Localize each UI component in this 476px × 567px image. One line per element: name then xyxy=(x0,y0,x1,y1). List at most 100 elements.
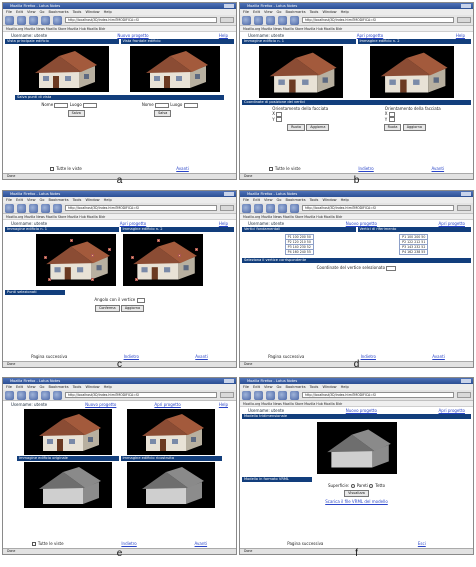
window-controls[interactable] xyxy=(224,4,234,8)
home-icon[interactable] xyxy=(290,203,299,213)
open-project-link[interactable]: Apri progetto xyxy=(439,408,465,413)
vertex-handle[interactable] xyxy=(177,254,181,257)
menu-help[interactable]: Help xyxy=(341,384,349,390)
view-button[interactable]: Visualizza xyxy=(344,490,369,497)
open-project-link[interactable]: Apri progetto xyxy=(357,33,383,38)
reload-icon[interactable] xyxy=(266,390,275,400)
forward-icon[interactable] xyxy=(254,203,263,213)
home-icon[interactable] xyxy=(53,203,62,213)
back-icon[interactable] xyxy=(5,390,14,400)
update-button[interactable]: Aggiorna xyxy=(120,304,145,312)
forward-icon[interactable] xyxy=(17,15,26,25)
menu-view[interactable]: View xyxy=(27,197,36,203)
reload-icon[interactable] xyxy=(266,203,275,213)
menu-view[interactable]: View xyxy=(264,9,273,15)
menu-bookmarks[interactable]: Bookmarks xyxy=(286,9,306,15)
forward-icon[interactable] xyxy=(254,15,263,25)
name-input-2[interactable] xyxy=(154,102,169,108)
go-button[interactable] xyxy=(457,205,471,211)
window-controls[interactable] xyxy=(461,192,471,196)
menu-file[interactable]: File xyxy=(243,384,249,390)
back-link[interactable]: Indietro xyxy=(358,166,373,171)
confirm-button[interactable]: Conferma xyxy=(94,304,120,312)
reload-icon[interactable] xyxy=(29,15,38,25)
menu-help[interactable]: Help xyxy=(104,9,112,15)
place-input[interactable] xyxy=(83,102,98,108)
angle-input[interactable] xyxy=(136,297,145,303)
reload-icon[interactable] xyxy=(266,15,275,25)
go-button[interactable] xyxy=(457,392,471,398)
table-row[interactable]: P3 143 232 52 xyxy=(399,244,429,250)
all-views-checkbox[interactable] xyxy=(31,542,36,546)
menu-bookmarks[interactable]: Bookmarks xyxy=(49,384,69,390)
place-input-2[interactable] xyxy=(183,102,198,108)
url-bar[interactable]: http://localhost/3D/index.html?MODIFICA=… xyxy=(302,17,454,23)
go-button[interactable] xyxy=(220,392,234,398)
building-reconstructed-render[interactable] xyxy=(126,409,215,455)
stop-icon[interactable] xyxy=(278,15,287,25)
help-link[interactable]: Help xyxy=(219,221,228,226)
vertex-handle[interactable] xyxy=(91,254,95,257)
y-input-left[interactable] xyxy=(276,117,283,122)
menu-go[interactable]: Go xyxy=(40,384,45,390)
building-render-right[interactable] xyxy=(369,46,454,98)
menu-go[interactable]: Go xyxy=(40,9,45,15)
menu-tools[interactable]: Tools xyxy=(310,384,319,390)
home-icon[interactable] xyxy=(290,15,299,25)
table-row[interactable]: P4 160 240 55 xyxy=(284,249,314,255)
roof-radio[interactable] xyxy=(369,484,374,488)
menu-help[interactable]: Help xyxy=(341,9,349,15)
next-link[interactable]: Avanti xyxy=(195,541,208,546)
window-controls[interactable] xyxy=(224,192,234,196)
vertex-handle[interactable] xyxy=(108,248,112,251)
building-gray-render-right[interactable] xyxy=(126,462,215,508)
forward-icon[interactable] xyxy=(17,390,26,400)
reload-icon[interactable] xyxy=(29,390,38,400)
url-bar[interactable]: http://localhost/3D/index.html?MODIFICA=… xyxy=(65,392,217,398)
window-controls[interactable] xyxy=(461,379,471,383)
menu-window[interactable]: Window xyxy=(85,384,99,390)
menu-window[interactable]: Window xyxy=(322,197,336,203)
home-icon[interactable] xyxy=(53,390,62,400)
all-views-checkbox[interactable] xyxy=(268,167,273,171)
open-project-link[interactable]: Apri progetto xyxy=(439,221,465,226)
name-input[interactable] xyxy=(54,102,69,108)
back-icon[interactable] xyxy=(5,203,14,213)
menu-window[interactable]: Window xyxy=(322,384,336,390)
vertex-handle[interactable] xyxy=(194,248,198,251)
back-icon[interactable] xyxy=(242,390,251,400)
building-render-right[interactable] xyxy=(129,46,220,92)
menu-bookmarks[interactable]: Bookmarks xyxy=(49,9,69,15)
all-views-option[interactable]: Tutte le viste xyxy=(268,166,301,171)
window-controls[interactable] xyxy=(224,379,234,383)
update-button-left[interactable]: Aggiorna xyxy=(306,124,330,131)
menu-view[interactable]: View xyxy=(27,384,36,390)
menu-bookmarks[interactable]: Bookmarks xyxy=(286,197,306,203)
menu-go[interactable]: Go xyxy=(277,384,282,390)
table-row[interactable]: P1 100 200 50 xyxy=(284,234,314,240)
table-row[interactable]: P2 122 212 51 xyxy=(399,239,429,245)
y-input-right[interactable] xyxy=(388,117,395,122)
rotate-button-left[interactable]: Ruota xyxy=(287,124,305,131)
stop-icon[interactable] xyxy=(278,203,287,213)
menu-file[interactable]: File xyxy=(6,384,12,390)
menu-go[interactable]: Go xyxy=(40,197,45,203)
building-gray-render-left[interactable] xyxy=(24,462,113,508)
menu-bookmarks[interactable]: Bookmarks xyxy=(49,197,69,203)
menu-tools[interactable]: Tools xyxy=(73,197,82,203)
menu-go[interactable]: Go xyxy=(277,9,282,15)
back-link[interactable]: Indietro xyxy=(121,541,136,546)
window-controls[interactable] xyxy=(461,4,471,8)
table-row[interactable]: P2 120 210 50 xyxy=(284,239,314,245)
new-project-link[interactable]: Nuovo progetto xyxy=(117,33,148,38)
menu-view[interactable]: View xyxy=(264,384,273,390)
update-button-right[interactable]: Aggiorna xyxy=(402,124,426,131)
menu-edit[interactable]: Edit xyxy=(253,9,260,15)
menu-file[interactable]: File xyxy=(243,197,249,203)
url-bar[interactable]: http://localhost/3D/index.html?MODIFICA=… xyxy=(65,205,217,211)
vertex-handle[interactable] xyxy=(134,278,138,281)
x-input-left[interactable] xyxy=(276,111,283,117)
vertex-handle[interactable] xyxy=(48,278,52,281)
forward-icon[interactable] xyxy=(254,390,263,400)
menu-help[interactable]: Help xyxy=(104,197,112,203)
